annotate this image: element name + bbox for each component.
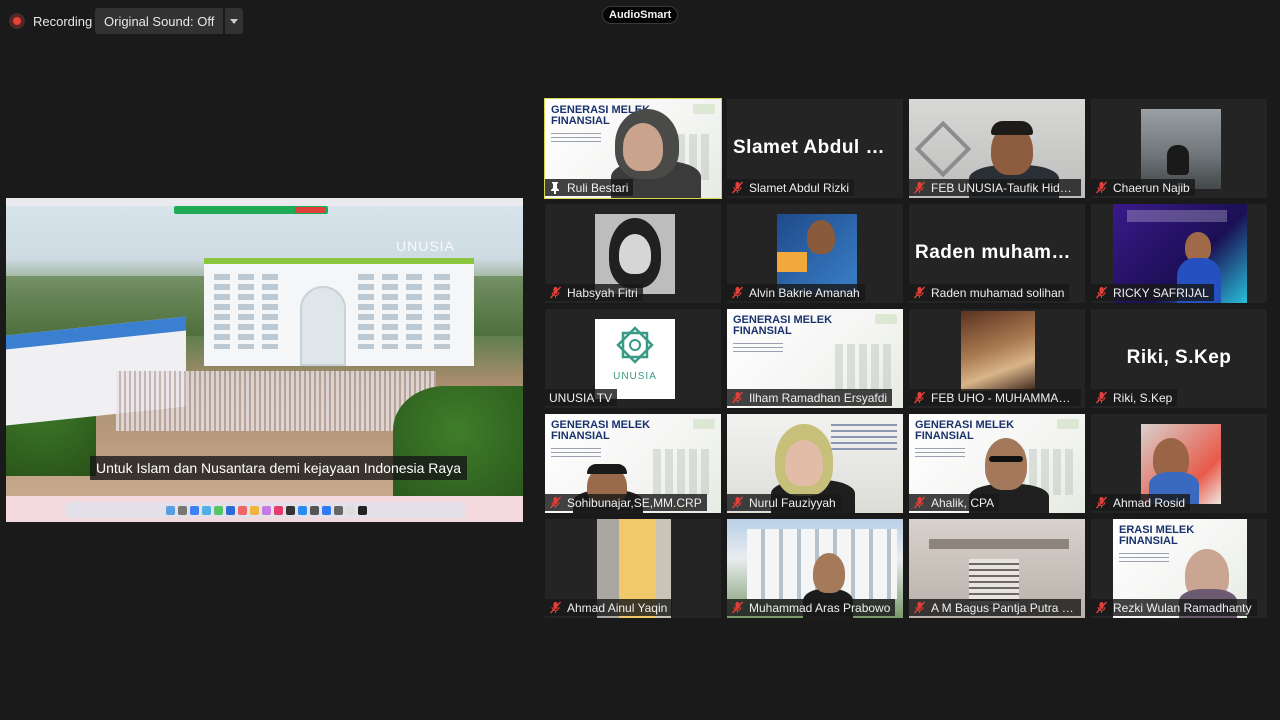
participant-name: Habsyah Fitri [567, 285, 638, 300]
muted-mic-icon [1095, 601, 1108, 614]
participant-tile[interactable]: Habsyah Fitri [545, 204, 721, 303]
pin-icon [551, 182, 559, 194]
participant-tile[interactable]: Alvin Bakrie Amanah [727, 204, 903, 303]
participant-name: A M Bagus Pantja Putra D... [931, 600, 1076, 615]
muted-mic-icon [913, 496, 926, 509]
video-watermark: UNUSIA [396, 238, 455, 254]
mac-dock [66, 502, 466, 518]
participant-tile[interactable]: GENERASI MELEK FINANSIAL Ruli Bestari [544, 98, 722, 199]
recording-label: Recording [33, 13, 93, 29]
original-sound-dropdown[interactable] [225, 8, 244, 34]
main-building [204, 258, 474, 366]
participant-name: Ahmad Rosid [1113, 495, 1186, 510]
muted-mic-icon [731, 181, 744, 194]
muted-mic-icon [913, 601, 926, 614]
participant-tile[interactable]: Ahmad Ainul Yaqin [545, 519, 721, 618]
participant-tile[interactable]: UNUSIA UNUSIA TV [545, 309, 721, 408]
participant-name: Riki, S.Kep [1113, 390, 1173, 405]
muted-mic-icon [731, 391, 744, 404]
participant-name: Ahalik, CPA [931, 495, 995, 510]
mac-menu-bar [6, 198, 523, 206]
participant-name: RICKY SAFRIJAL [1113, 285, 1209, 300]
participant-tile[interactable]: Nurul Fauziyyah [727, 414, 903, 513]
participant-tile[interactable]: A M Bagus Pantja Putra D... [909, 519, 1085, 618]
muted-mic-icon [549, 286, 562, 299]
participant-tile[interactable]: ERASI MELEK FINANSIAL Rezki Wulan Ramadh… [1091, 519, 1267, 618]
participant-name: Sohibunajar,SE,MM.CRP [567, 495, 702, 510]
stop-share-button[interactable] [295, 207, 325, 213]
muted-mic-icon [913, 181, 926, 194]
participant-name: Alvin Bakrie Amanah [749, 285, 860, 300]
muted-mic-icon [913, 286, 926, 299]
participant-display-name: Slamet Abdul R... [733, 137, 898, 158]
participant-display-name: Riki, S.Kep [1126, 347, 1232, 368]
participant-name: FEB UNUSIA-Taufik Hiday... [931, 180, 1076, 195]
participant-name: Ruli Bestari [567, 180, 629, 195]
muted-mic-icon [913, 391, 926, 404]
participant-name: Slamet Abdul Rizki [749, 180, 850, 195]
participant-tile[interactable]: Slamet Abdul R... Slamet Abdul Rizki [727, 99, 903, 198]
participant-name: Raden muhamad solihan [931, 285, 1065, 300]
participant-tile[interactable]: FEB UNUSIA-Taufik Hiday... [909, 99, 1085, 198]
chevron-down-icon [230, 18, 239, 24]
muted-mic-icon [1095, 181, 1108, 194]
video-subtitle: Untuk Islam dan Nusantara demi kejayaan … [90, 456, 467, 480]
campus-video-frame: UNUSIA Untuk Islam dan Nusantara demi ke… [6, 206, 523, 496]
participant-tile[interactable]: GENERASI MELEK FINANSIAL Ahalik, CPA [909, 414, 1085, 513]
shared-screen: UNUSIA Untuk Islam dan Nusantara demi ke… [6, 198, 523, 522]
crowd-yard [116, 371, 436, 431]
slide-title: GENERASI MELEK FINANSIAL [551, 419, 651, 442]
muted-mic-icon [731, 286, 744, 299]
participant-tile[interactable]: GENERASI MELEK FINANSIAL Ilham Ramadhan … [727, 309, 903, 408]
muted-mic-icon [549, 601, 562, 614]
participant-tile[interactable]: Raden muhama... Raden muhamad solihan [909, 204, 1085, 303]
participant-name: UNUSIA TV [549, 390, 613, 405]
muted-mic-icon [549, 496, 562, 509]
participant-tile[interactable]: RICKY SAFRIJAL [1091, 204, 1267, 303]
muted-mic-icon [731, 496, 744, 509]
participant-name: Ilham Ramadhan Ersyafdi [749, 390, 888, 405]
audiosmart-badge: AudioSmart [602, 6, 679, 24]
participant-name: FEB UHO - MUHAMMAD ... [931, 390, 1076, 405]
slide-title: ERASI MELEK FINANSIAL [1119, 524, 1195, 547]
muted-mic-icon [1095, 286, 1108, 299]
recording-dot-icon [10, 14, 24, 28]
participant-name: Chaerun Najib [1113, 180, 1190, 195]
muted-mic-icon [731, 601, 744, 614]
muted-mic-icon [1095, 496, 1108, 509]
recording-indicator[interactable]: Recording [10, 9, 92, 33]
participant-name: Nurul Fauziyyah [749, 495, 836, 510]
screen-share-toolbar[interactable] [174, 206, 328, 214]
slide-title: GENERASI MELEK FINANSIAL [733, 314, 833, 337]
participant-tile[interactable]: Ahmad Rosid [1091, 414, 1267, 513]
original-sound-control: Original Sound: Off [95, 8, 244, 34]
unusia-logo-text: UNUSIA [613, 371, 657, 382]
participant-tile[interactable]: Muhammad Aras Prabowo [727, 519, 903, 618]
participant-tile[interactable]: GENERASI MELEK FINANSIAL Sohibunajar,SE,… [545, 414, 721, 513]
unusia-logo-icon [616, 326, 654, 364]
original-sound-button[interactable]: Original Sound: Off [95, 8, 224, 34]
participant-name: Muhammad Aras Prabowo [749, 600, 891, 615]
participant-name: Ahmad Ainul Yaqin [567, 600, 668, 615]
participant-tile[interactable]: Chaerun Najib [1091, 99, 1267, 198]
participant-tile[interactable]: FEB UHO - MUHAMMAD ... [909, 309, 1085, 408]
muted-mic-icon [1095, 391, 1108, 404]
participant-display-name: Raden muhama... [915, 242, 1080, 263]
participant-tile[interactable]: Riki, S.Kep Riki, S.Kep [1091, 309, 1267, 408]
participant-name: Rezki Wulan Ramadhanty [1113, 600, 1252, 615]
